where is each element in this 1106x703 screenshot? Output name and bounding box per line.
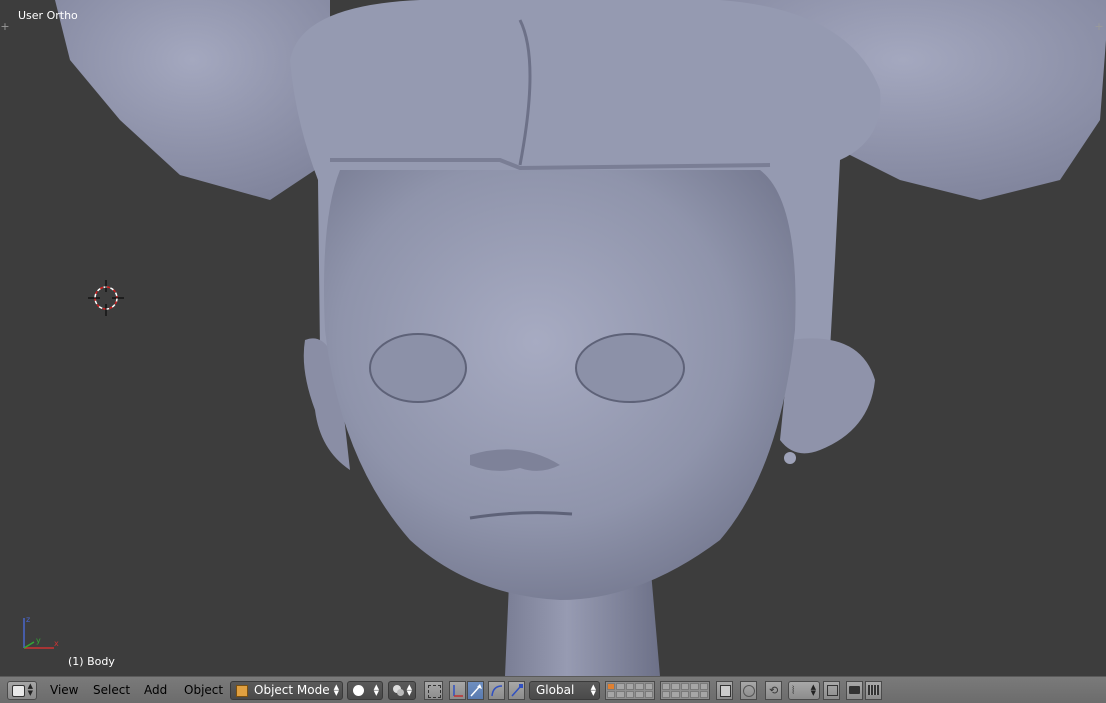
editor-type-icon: [12, 685, 25, 697]
active-layer-icon[interactable]: [607, 683, 616, 690]
chevron-updown-icon: ▲ ▼: [406, 683, 412, 697]
snap-target-icon: [827, 685, 838, 696]
menu-select[interactable]: Select: [93, 683, 130, 697]
axes-icon: [453, 685, 463, 697]
svg-text:z: z: [26, 615, 30, 624]
3d-viewport[interactable]: User Ortho + + z y x (1) Body: [0, 0, 1106, 676]
manipulator-button[interactable]: [424, 681, 443, 700]
viewport-header: ▲ ▼ View Select Add Object Object Mode ▲ ▼…: [0, 676, 1106, 703]
menu-view[interactable]: View: [50, 683, 78, 697]
chevron-updown-icon: ▲ ▼: [27, 682, 33, 697]
svg-text:y: y: [36, 636, 41, 645]
rotate-icon: [491, 685, 503, 697]
object-mode-icon: [236, 685, 248, 697]
region-toggle-left-icon[interactable]: +: [0, 21, 10, 32]
chevron-updown-icon: ▲ ▼: [333, 683, 339, 697]
svg-text:x: x: [54, 639, 59, 648]
transform-manipulator-toggle[interactable]: [449, 681, 466, 700]
viewport-shading-icon: [353, 685, 364, 696]
view-orientation-label: User Ortho: [18, 9, 78, 22]
rotate-button[interactable]: [488, 681, 505, 700]
snap-element-icon: ⦚: [792, 684, 795, 697]
translate-icon: [470, 684, 482, 697]
scale-icon: [511, 684, 523, 697]
proportional-edit-button[interactable]: [740, 681, 757, 700]
lock-layers-button[interactable]: [716, 681, 733, 700]
transform-orientation-label: Global: [536, 683, 575, 697]
editor-type-button[interactable]: ▲ ▼: [7, 681, 37, 700]
render-animation-icon: [868, 685, 879, 695]
layers-group-2[interactable]: [660, 681, 710, 700]
render-icon: [849, 686, 860, 694]
render-button[interactable]: [846, 681, 863, 700]
chevron-updown-icon: ▲ ▼: [373, 683, 379, 697]
manipulator-icon: [428, 685, 441, 698]
chevron-updown-icon: ▲ ▼: [810, 683, 816, 697]
pivot-point-selector[interactable]: ▲ ▼: [388, 681, 416, 700]
scale-button[interactable]: [508, 681, 525, 700]
layers-group-1[interactable]: [605, 681, 655, 700]
menu-object[interactable]: Object: [184, 683, 223, 697]
region-toggle-right-icon[interactable]: +: [1094, 21, 1104, 32]
3d-cursor-icon: [88, 280, 124, 316]
axis-gizmo-icon: z y x: [23, 615, 59, 649]
mode-selector[interactable]: Object Mode ▲ ▼: [230, 681, 343, 700]
chevron-updown-icon: ▲ ▼: [590, 683, 596, 697]
sculpted-head-model[interactable]: [0, 0, 1106, 676]
lock-layer-icon: [720, 685, 731, 697]
snap-element-selector[interactable]: ⦚ ▲ ▼: [788, 681, 820, 700]
translate-button[interactable]: [467, 681, 484, 700]
render-animation-button[interactable]: [865, 681, 882, 700]
transform-orientation-selector[interactable]: Global ▲ ▼: [529, 681, 600, 700]
snap-toggle-button[interactable]: ⟲: [765, 681, 782, 700]
proportional-edit-icon: [743, 685, 755, 697]
menu-add[interactable]: Add: [144, 683, 167, 697]
mode-selector-label: Object Mode: [254, 683, 330, 697]
snap-icon: ⟲: [769, 684, 779, 697]
viewport-shading-selector[interactable]: ▲ ▼: [347, 681, 383, 700]
active-object-label: (1) Body: [68, 655, 115, 668]
snap-target-button[interactable]: [823, 681, 840, 700]
